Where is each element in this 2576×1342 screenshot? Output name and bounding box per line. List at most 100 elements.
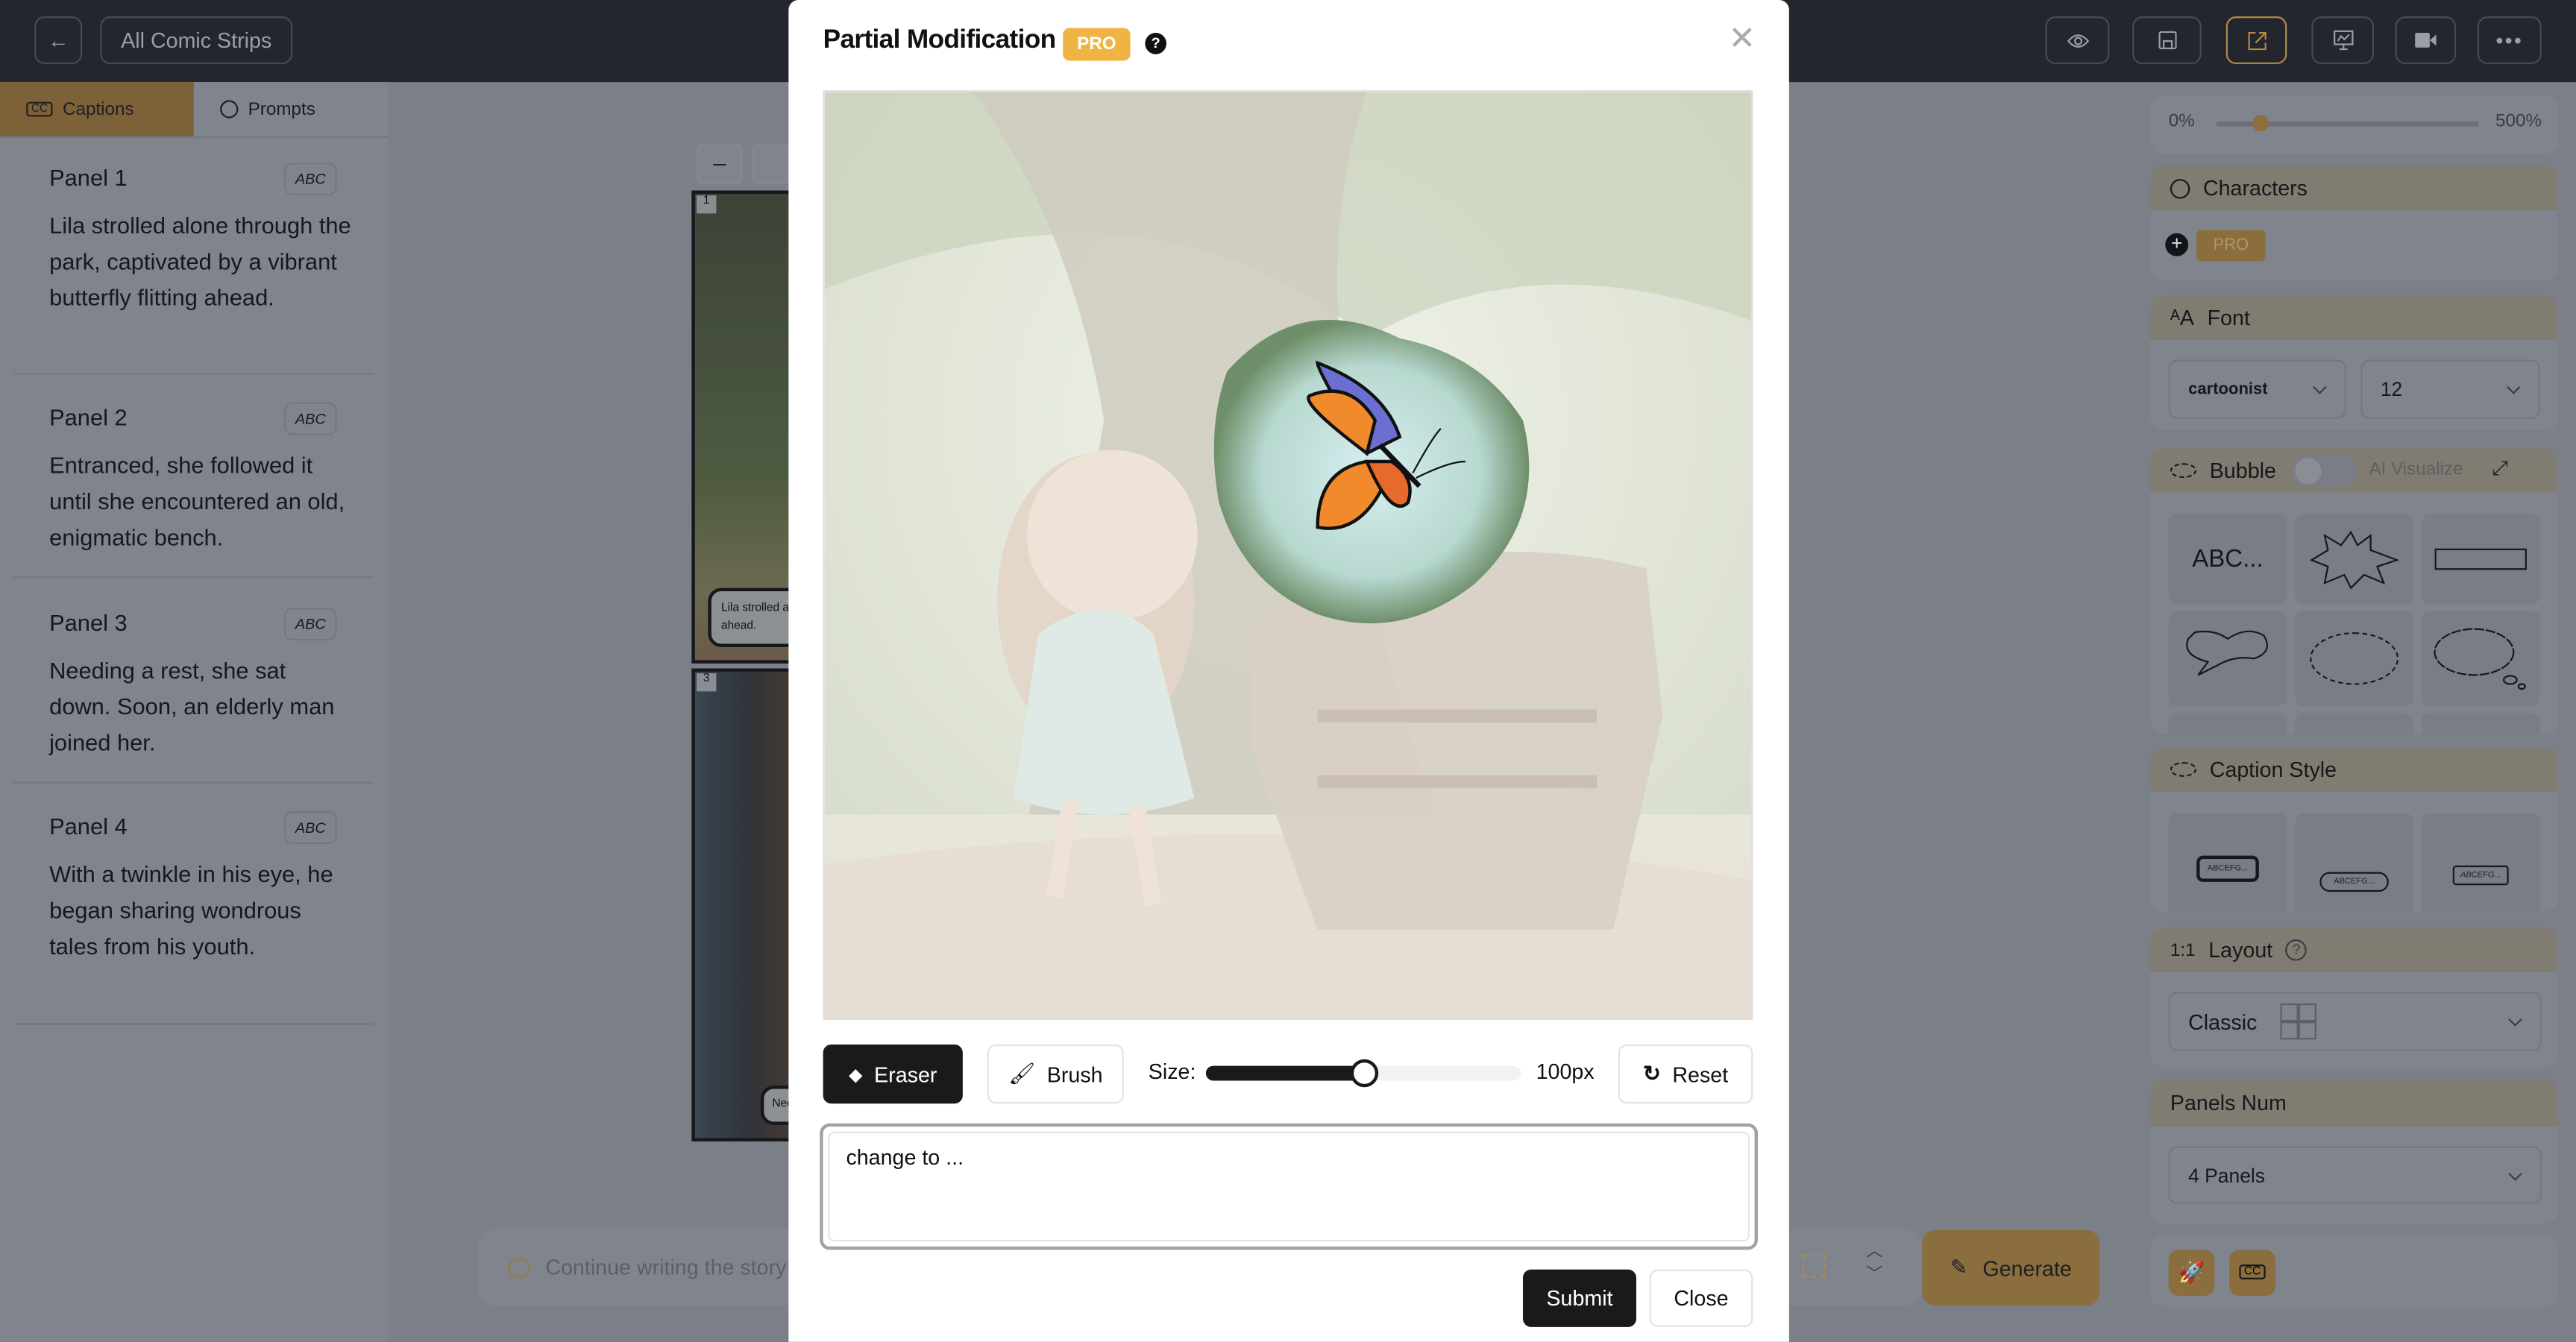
panel-title: Panel 4 <box>49 813 128 839</box>
section-title: Layout <box>2208 937 2273 963</box>
zoom-min-label: 0% <box>2168 111 2195 132</box>
brush-size-thumb[interactable] <box>1350 1059 1379 1088</box>
eraser-button[interactable]: ◆ Eraser <box>823 1044 963 1104</box>
bubble-style-text[interactable]: ABC... <box>2168 514 2287 605</box>
font-style-button[interactable]: ABC <box>284 402 337 435</box>
bubble-style-more[interactable] <box>2421 713 2540 734</box>
font-style-button[interactable]: ABC <box>284 811 337 845</box>
redo-icon: ↻ <box>1642 1061 1661 1086</box>
modification-prompt-field[interactable]: change to ... <box>820 1123 1758 1250</box>
caption-item-4[interactable]: Panel 4 ABC With a twinkle in his eye, he … <box>13 811 374 1025</box>
reset-button[interactable]: ↻ Reset <box>1618 1044 1753 1104</box>
close-button[interactable]: Close <box>1649 1269 1753 1327</box>
eye-icon <box>2066 34 2089 47</box>
bubble-style-burst[interactable] <box>2295 514 2413 605</box>
layout-card: 1:1 Layout? Classic <box>2150 927 2558 1068</box>
add-character-button[interactable]: + <box>2165 233 2189 256</box>
up-down-chevrons-icon[interactable]: ︿ ﹀ <box>1866 1241 1882 1288</box>
section-title: Caption Style <box>2209 757 2337 782</box>
bubble-style-more[interactable] <box>2168 713 2287 734</box>
pro-badge: PRO <box>1063 28 1131 61</box>
caption-item-3[interactable]: Panel 3 ABC Needing a rest, she sat down. … <box>13 608 374 784</box>
bubble-style-spiky[interactable] <box>2295 611 2413 707</box>
bulb-icon <box>220 100 239 119</box>
submit-button[interactable]: Submit <box>1522 1269 1636 1327</box>
more-icon: ••• <box>2495 28 2524 53</box>
video-button[interactable] <box>2395 16 2457 64</box>
layout-select[interactable]: Classic <box>2168 992 2542 1051</box>
size-value: 100px <box>1536 1059 1595 1084</box>
scene-image <box>824 92 1752 1018</box>
bubble-style-more[interactable] <box>2295 713 2413 734</box>
caption-text[interactable]: Needing a rest, she sat down. Soon, an e… <box>49 652 354 760</box>
caption-style-1[interactable]: ABCEFG... <box>2168 813 2287 912</box>
panel-number: 1 <box>696 195 717 214</box>
speech-bubble-icon <box>2186 630 2268 676</box>
section-title: Font <box>2207 305 2250 330</box>
edit-canvas[interactable] <box>823 90 1753 1020</box>
save-button[interactable] <box>2132 16 2202 64</box>
present-button[interactable] <box>2311 16 2375 64</box>
tab-prompts[interactable]: Prompts <box>193 82 388 136</box>
panels-num-select[interactable]: 4 Panels <box>2168 1146 2542 1204</box>
bubble-style-speech[interactable] <box>2168 611 2287 707</box>
tab-captions[interactable]: CC Captions <box>0 82 194 136</box>
caption-style-3[interactable]: ABCEFG... <box>2421 813 2540 912</box>
font-style-button[interactable]: ABC <box>284 163 337 196</box>
captions-toggle-button[interactable]: CC <box>2229 1250 2275 1297</box>
font-style-button[interactable]: ABC <box>284 608 337 641</box>
brush-size-slider[interactable] <box>1205 1059 1521 1088</box>
rocket-button[interactable]: 🚀 <box>2168 1250 2215 1297</box>
brush-button[interactable]: 🖌 Brush <box>987 1044 1124 1104</box>
caption-style-card: Caption Style ABCEFG... ABCEFG... ABCEFG… <box>2150 747 2558 912</box>
caption-text[interactable]: Lila strolled alone through the park, ca… <box>49 207 354 315</box>
bubble-card: Bubble AI Visualize ⤢ ABC... <box>2150 448 2558 734</box>
font-family-select[interactable]: cartoonist <box>2168 359 2346 419</box>
video-icon <box>2415 33 2437 48</box>
generate-button[interactable]: ✎ Generate <box>1922 1229 2100 1306</box>
caption-item-2[interactable]: Panel 2 ABC Entranced, she followed it unt… <box>13 402 374 579</box>
eraser-icon: ◆ <box>848 1065 863 1085</box>
ai-image-icon <box>507 1257 531 1277</box>
caption-text[interactable]: Entranced, she followed it until she enc… <box>49 447 354 555</box>
zoom-out-button[interactable]: – <box>696 144 743 184</box>
rocket-icon: 🚀 <box>2178 1259 2205 1285</box>
prompt-text[interactable]: change to ... <box>828 1131 1750 1242</box>
bubble-toggle[interactable] <box>2291 455 2358 488</box>
font-size-icon: ᴬA <box>2170 305 2194 330</box>
brush-icon: 🖌 <box>1008 1061 1036 1086</box>
all-comic-strips-button[interactable]: All Comic Strips <box>100 16 293 64</box>
zoom-slider-thumb[interactable] <box>2252 115 2269 132</box>
help-icon[interactable]: ? <box>2285 939 2308 961</box>
share-button[interactable] <box>2225 16 2287 64</box>
partial-modification-modal: Partial Modification PRO ? ✕ ◆ Eraser 🖌 … <box>788 0 1789 1342</box>
bubble-style-rectangle[interactable] <box>2421 514 2540 605</box>
pro-badge: PRO <box>2196 230 2266 262</box>
burst-bubble-icon <box>2309 529 2400 589</box>
bubble-style-thought[interactable] <box>2421 611 2540 707</box>
aspect-ratio-label: 1:1 <box>2170 940 2196 960</box>
back-button[interactable]: ← <box>34 16 83 64</box>
cc-icon: CC <box>26 101 53 117</box>
preview-button[interactable] <box>2045 16 2110 64</box>
thought-bubble-icon <box>2434 628 2526 690</box>
panels-num-card: Panels Num 4 Panels <box>2150 1079 2558 1224</box>
close-icon[interactable]: ✕ <box>1728 23 1756 56</box>
save-icon <box>2158 31 2176 50</box>
presentation-icon <box>2332 30 2353 51</box>
panel-title: Panel 1 <box>49 164 128 191</box>
caption-text[interactable]: With a twinkle in his eye, he began shar… <box>49 856 354 964</box>
tab-label: Captions <box>62 99 134 119</box>
scan-icon[interactable] <box>1802 1254 1826 1278</box>
caption-item-1[interactable]: Panel 1 ABC Lila strolled alone through th… <box>13 163 374 375</box>
user-circle-icon <box>2170 178 2190 198</box>
section-title: Panels Num <box>2170 1090 2287 1115</box>
more-button[interactable]: ••• <box>2477 16 2542 64</box>
bubble-icon <box>2170 762 2197 777</box>
minus-icon: – <box>713 149 726 176</box>
caption-style-2[interactable]: ABCEFG... <box>2295 813 2413 912</box>
font-size-select[interactable]: 12 <box>2360 359 2540 419</box>
zoom-max-label: 500% <box>2495 111 2542 132</box>
help-icon[interactable]: ? <box>1145 33 1166 54</box>
expand-icon[interactable]: ⤢ <box>2492 456 2508 481</box>
